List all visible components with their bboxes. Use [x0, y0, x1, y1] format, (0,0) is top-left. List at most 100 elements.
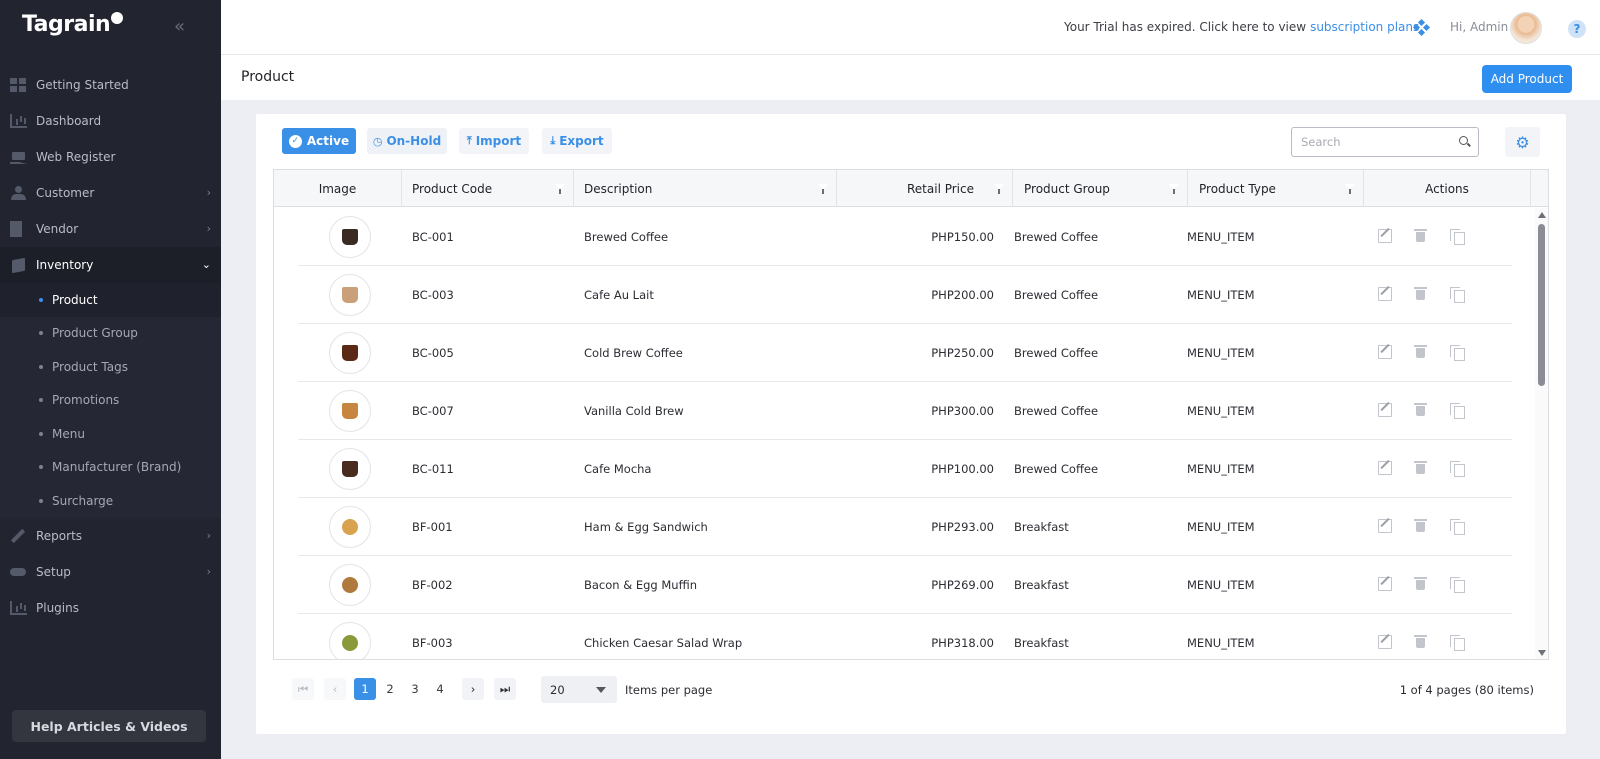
download-icon: ⤓ — [550, 134, 556, 147]
edit-icon[interactable] — [1378, 519, 1392, 533]
export-button[interactable]: ⤓ Export — [542, 128, 612, 154]
logo-mark-icon — [111, 11, 124, 24]
last-page-button[interactable]: ⏭ — [494, 678, 516, 700]
copy-icon[interactable] — [1450, 287, 1465, 303]
table-row[interactable]: BC-007 Vanilla Cold Brew PHP300.00 Brewed C… — [298, 382, 1512, 440]
table-row[interactable]: BC-005 Cold Brew Coffee PHP250.00 Brewed Co… — [298, 324, 1512, 382]
sidebar-item-dashboard[interactable]: Dashboard — [0, 103, 221, 139]
trash-icon[interactable] — [1414, 229, 1428, 243]
sidebar-subitem-surcharge[interactable]: Surcharge — [0, 484, 221, 518]
sidebar-subitem-manufacturer[interactable]: Manufacturer (Brand) — [0, 451, 221, 485]
edit-icon[interactable] — [1378, 577, 1392, 591]
diamond-icon[interactable] — [1412, 18, 1431, 37]
retail-price-cell: PHP100.00 — [931, 462, 994, 476]
edit-icon[interactable] — [1378, 461, 1392, 475]
trash-icon[interactable] — [1414, 345, 1428, 359]
filter-icon[interactable] — [1344, 182, 1356, 194]
filter-icon[interactable] — [1168, 182, 1180, 194]
first-page-button[interactable]: ⏮ — [292, 678, 314, 700]
sidebar-subitem-product-tags[interactable]: Product Tags — [0, 350, 221, 384]
settings-gear-button[interactable]: ⚙ — [1505, 127, 1540, 157]
edit-icon[interactable] — [1378, 229, 1392, 243]
sidebar-item-inventory[interactable]: Inventory ⌄ — [0, 247, 221, 283]
copy-icon[interactable] — [1450, 519, 1465, 535]
sidebar-subitem-label: Promotions — [52, 393, 120, 408]
filter-icon[interactable] — [554, 182, 566, 194]
prev-page-button[interactable]: ‹ — [324, 678, 346, 700]
sidebar-item-reports[interactable]: Reports › — [0, 518, 221, 554]
subscription-plans-link[interactable]: subscription plans. — [1310, 20, 1423, 34]
avatar[interactable] — [1510, 12, 1542, 44]
copy-icon[interactable] — [1450, 635, 1465, 651]
trial-notice[interactable]: Your Trial has expired. Click here to vi… — [1064, 20, 1423, 34]
sidebar-item-web-register[interactable]: Web Register — [0, 139, 221, 175]
sidebar-subitem-product-group[interactable]: Product Group — [0, 317, 221, 351]
table-row[interactable]: BF-001 Ham & Egg Sandwich PHP293.00 Breakfa… — [298, 498, 1512, 556]
table-row[interactable]: BC-001 Brewed Coffee PHP150.00 Brewed Coffe… — [298, 208, 1512, 266]
table-row[interactable]: BF-003 Chicken Caesar Salad Wrap PHP318.00… — [298, 614, 1512, 659]
edit-icon[interactable] — [1378, 287, 1392, 301]
sidebar-item-plugins[interactable]: Plugins — [0, 590, 221, 626]
sidebar-item-customer[interactable]: Customer › — [0, 175, 221, 211]
add-product-button[interactable]: Add Product — [1482, 65, 1572, 93]
col-header-product-type[interactable]: Product Type — [1188, 170, 1364, 207]
items-per-page-select[interactable]: 20 — [541, 676, 617, 703]
sidebar-subitem-menu[interactable]: Menu — [0, 417, 221, 451]
trash-icon[interactable] — [1414, 403, 1428, 417]
vertical-scrollbar[interactable] — [1535, 208, 1548, 659]
sidebar-item-vendor[interactable]: Vendor › — [0, 211, 221, 247]
scroll-down-icon[interactable] — [1538, 650, 1546, 656]
sidebar-nav: Getting Started Dashboard Web Register C… — [0, 67, 221, 626]
copy-icon[interactable] — [1450, 403, 1465, 419]
sidebar-item-getting-started[interactable]: Getting Started — [0, 67, 221, 103]
col-header-description[interactable]: Description — [574, 170, 837, 207]
trash-icon[interactable] — [1414, 461, 1428, 475]
help-articles-button[interactable]: Help Articles & Videos — [12, 710, 206, 742]
trash-icon[interactable] — [1414, 577, 1428, 591]
search-icon[interactable] — [1459, 136, 1468, 145]
trash-icon[interactable] — [1414, 635, 1428, 649]
col-header-retail-price[interactable]: Retail Price — [837, 170, 1013, 207]
filter-icon[interactable] — [817, 182, 829, 194]
sidebar-subitem-promotions[interactable]: Promotions — [0, 384, 221, 418]
copy-icon[interactable] — [1450, 577, 1465, 593]
filter-icon[interactable] — [993, 182, 1005, 194]
page-4-button[interactable]: 4 — [429, 678, 451, 700]
product-code-cell: BC-003 — [412, 288, 454, 302]
search-input[interactable] — [1292, 128, 1452, 156]
page-2-button[interactable]: 2 — [379, 678, 401, 700]
table-row[interactable]: BC-011 Cafe Mocha PHP100.00 Brewed Coffee ME… — [298, 440, 1512, 498]
product-image — [329, 390, 371, 432]
table-row[interactable]: BC-003 Cafe Au Lait PHP200.00 Brewed Coffee… — [298, 266, 1512, 324]
trash-icon[interactable] — [1414, 519, 1428, 533]
on-hold-filter-button[interactable]: ◷ On-Hold — [367, 128, 447, 154]
col-header-product-group[interactable]: Product Group — [1013, 170, 1188, 207]
sidebar-subitem-product[interactable]: Product — [0, 283, 221, 317]
active-filter-button[interactable]: ✓ Active — [282, 128, 356, 154]
scrollbar-thumb[interactable] — [1538, 224, 1545, 386]
trash-icon[interactable] — [1414, 287, 1428, 301]
retail-price-cell: PHP250.00 — [931, 346, 994, 360]
import-button[interactable]: ⤒ Import — [459, 128, 529, 154]
copy-icon[interactable] — [1450, 345, 1465, 361]
sidebar-item-label: Setup — [36, 564, 71, 579]
page-1-button[interactable]: 1 — [354, 678, 376, 700]
scroll-up-icon[interactable] — [1538, 212, 1546, 218]
edit-icon[interactable] — [1378, 345, 1392, 359]
retail-price-cell: PHP318.00 — [931, 636, 994, 650]
edit-icon[interactable] — [1378, 403, 1392, 417]
product-group-cell: Brewed Coffee — [1014, 404, 1099, 418]
edit-icon[interactable] — [1378, 635, 1392, 649]
copy-icon[interactable] — [1450, 461, 1465, 477]
sidebar-item-setup[interactable]: Setup › — [0, 554, 221, 590]
app-logo[interactable]: Tagrain — [22, 11, 124, 37]
col-header-product-code[interactable]: Product Code — [402, 170, 574, 207]
next-page-button[interactable]: › — [462, 678, 484, 700]
table-row[interactable]: BF-002 Bacon & Egg Muffin PHP269.00 Breakfa… — [298, 556, 1512, 614]
help-icon[interactable]: ? — [1568, 20, 1586, 38]
page-3-button[interactable]: 3 — [404, 678, 426, 700]
user-icon — [10, 186, 27, 200]
collapse-sidebar-icon[interactable]: « — [174, 16, 185, 37]
box-icon — [10, 258, 27, 272]
copy-icon[interactable] — [1450, 229, 1465, 245]
